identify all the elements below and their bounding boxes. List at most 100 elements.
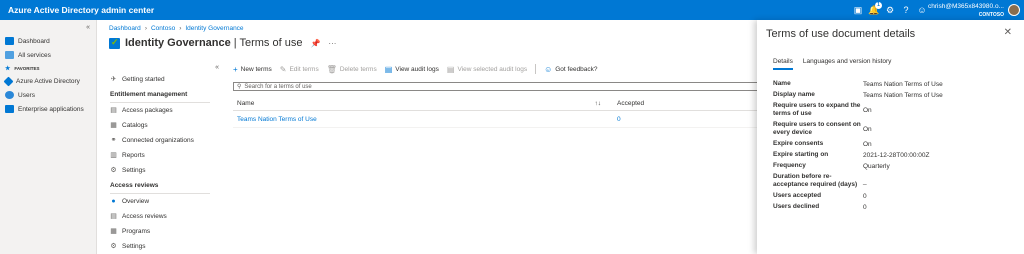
cloud-shell-icon[interactable]: ▣ xyxy=(852,4,864,16)
property-row: Frequency Quarterly xyxy=(773,162,1013,170)
favorites-header: ★ FAVORITES xyxy=(0,62,96,74)
search-input[interactable]: ⚲ Search for a terms of use xyxy=(233,82,761,91)
users-icon xyxy=(5,91,14,99)
chevron-right-icon: › xyxy=(144,25,147,32)
blade-nav: « ✈ Getting started Entitlement manageme… xyxy=(97,60,225,254)
property-row: Users declined 0 xyxy=(773,203,1013,211)
main-content: Dashboard›Contoso›Identity Governance Id… xyxy=(97,20,761,254)
delete-terms-button[interactable]: 🗑 Delete terms xyxy=(327,65,377,74)
nav-item-all-services[interactable]: All services xyxy=(0,48,96,62)
notification-badge: 1 xyxy=(875,2,882,9)
pin-icon[interactable]: 📌 xyxy=(310,39,320,48)
view-selected-audit-logs-button[interactable]: ▤ View selected audit logs xyxy=(447,65,527,74)
account-email: chrish@M365x843980.o... xyxy=(928,3,1004,10)
breadcrumb: Dashboard › Contoso › Identity Governance xyxy=(109,25,244,32)
accepted-count-link[interactable]: 0 xyxy=(607,116,761,123)
blade-item-reviews-settings[interactable]: ⚙ Settings xyxy=(97,239,225,254)
property-value: On xyxy=(863,125,872,133)
breadcrumb-contoso[interactable]: Contoso xyxy=(151,25,175,32)
nav-item-dashboard[interactable]: Dashboard xyxy=(0,34,96,48)
nav-item-azure-ad[interactable]: Azure Active Directory xyxy=(0,74,96,88)
close-icon[interactable]: ✕ xyxy=(1004,27,1012,38)
blade-label: Access reviews xyxy=(122,213,167,220)
property-value: Quarterly xyxy=(863,162,890,170)
blade-item-catalogs[interactable]: ▦ Catalogs xyxy=(97,118,225,133)
property-key: Expire consents xyxy=(773,140,824,147)
terms-name-link[interactable]: Teams Nation Terms of Use xyxy=(233,116,607,123)
entitlement-header: Entitlement management xyxy=(110,91,188,98)
sort-icon[interactable]: ↑↓ xyxy=(595,100,602,107)
more-icon[interactable]: ··· xyxy=(328,39,336,48)
info-icon: ● xyxy=(111,198,116,205)
chevron-right-icon: › xyxy=(179,25,182,32)
command-bar: + New terms ✎ Edit terms 🗑 Delete terms … xyxy=(233,64,598,74)
properties-list: Name Teams Nation Terms of Use Display na… xyxy=(773,80,1013,214)
button-label: New terms xyxy=(240,65,272,73)
plus-icon: + xyxy=(233,64,238,74)
blade-item-settings[interactable]: ⚙ Settings xyxy=(97,163,225,178)
breadcrumb-identity-governance[interactable]: Identity Governance xyxy=(185,25,243,32)
column-header-name[interactable]: Name ↑↓ xyxy=(233,100,607,107)
app-title[interactable]: Azure Active Directory admin center xyxy=(8,5,154,15)
page-subtitle: | Terms of use xyxy=(233,37,303,49)
new-terms-button[interactable]: + New terms xyxy=(233,65,272,74)
account-tenant: CONTOSO xyxy=(978,12,1004,18)
table-row[interactable]: Teams Nation Terms of Use 0 xyxy=(233,111,761,128)
grid-icon xyxy=(5,51,14,59)
property-row: Users accepted 0 xyxy=(773,192,1013,200)
tab-details[interactable]: Details xyxy=(773,58,793,70)
property-row: Require users to consent on every device… xyxy=(773,121,1013,137)
settings-gear-icon[interactable]: ⚙ xyxy=(884,4,896,16)
nav-item-users[interactable]: Users xyxy=(0,88,96,102)
header-label: Name xyxy=(237,99,255,107)
blade-item-access-reviews[interactable]: ▤ Access reviews xyxy=(97,209,225,224)
dashboard-icon xyxy=(5,37,14,45)
blade-label: Settings xyxy=(122,167,146,174)
property-key: Users accepted xyxy=(773,192,822,199)
blade-label: Catalogs xyxy=(122,122,148,129)
blade-item-connected-orgs[interactable]: ⚭ Connected organizations xyxy=(97,133,225,148)
notifications-icon[interactable]: 🔔 1 xyxy=(868,2,882,16)
property-value: 0 xyxy=(863,192,867,200)
gear-icon: ⚙ xyxy=(110,243,117,250)
property-value: Teams Nation Terms of Use xyxy=(863,91,943,99)
property-row: Display name Teams Nation Terms of Use xyxy=(773,91,1013,99)
feedback-icon[interactable]: ☺ xyxy=(916,4,928,16)
tab-languages-version-history[interactable]: Languages and version history xyxy=(803,58,892,70)
property-key: Duration before re-acceptance required (… xyxy=(773,173,858,188)
blade-item-access-packages[interactable]: ▤ Access packages xyxy=(97,103,225,118)
button-label: Got feedback? xyxy=(555,65,598,73)
button-label: Edit terms xyxy=(289,65,319,73)
property-key: Require users to consent on every device xyxy=(773,121,861,136)
property-value: 0 xyxy=(863,203,867,211)
toolbar-divider xyxy=(535,64,537,74)
view-audit-logs-button[interactable]: ▤ View audit logs xyxy=(385,65,439,74)
blade-label: Settings xyxy=(122,243,146,250)
nav-item-enterprise-apps[interactable]: Enterprise applications xyxy=(0,102,96,116)
audit-log-icon: ▤ xyxy=(384,64,393,74)
blade-item-getting-started[interactable]: ✈ Getting started xyxy=(97,72,225,87)
property-key: Frequency xyxy=(773,162,806,169)
reports-icon: ▥ xyxy=(110,152,117,159)
property-value: Teams Nation Terms of Use xyxy=(863,80,943,88)
collapse-blade-icon[interactable]: « xyxy=(215,64,219,71)
property-row: Expire consents On xyxy=(773,140,1013,148)
catalog-icon: ▦ xyxy=(110,122,117,129)
column-header-accepted[interactable]: Accepted xyxy=(607,100,761,107)
blade-item-overview[interactable]: ● Overview xyxy=(97,194,225,209)
avatar[interactable] xyxy=(1008,4,1020,16)
property-row: Require users to expand the terms of use… xyxy=(773,102,1013,118)
nav-label: Users xyxy=(18,91,35,99)
edit-terms-button[interactable]: ✎ Edit terms xyxy=(280,65,319,74)
account-info[interactable]: chrish@M365x843980.o... CONTOSO xyxy=(928,3,1004,19)
feedback-icon: ☺ xyxy=(544,64,553,74)
feedback-button[interactable]: ☺ Got feedback? xyxy=(544,65,597,74)
property-row: Name Teams Nation Terms of Use xyxy=(773,80,1013,88)
top-bar-icons: ▣ 🔔 1 ⚙ ? ☺ xyxy=(852,2,928,16)
access-reviews-header: Access reviews xyxy=(110,182,159,189)
help-icon[interactable]: ? xyxy=(900,4,912,16)
blade-item-reports[interactable]: ▥ Reports xyxy=(97,148,225,163)
collapse-nav-icon[interactable]: « xyxy=(86,24,90,31)
blade-item-programs[interactable]: ▦ Programs xyxy=(97,224,225,239)
breadcrumb-dashboard[interactable]: Dashboard xyxy=(109,25,141,32)
